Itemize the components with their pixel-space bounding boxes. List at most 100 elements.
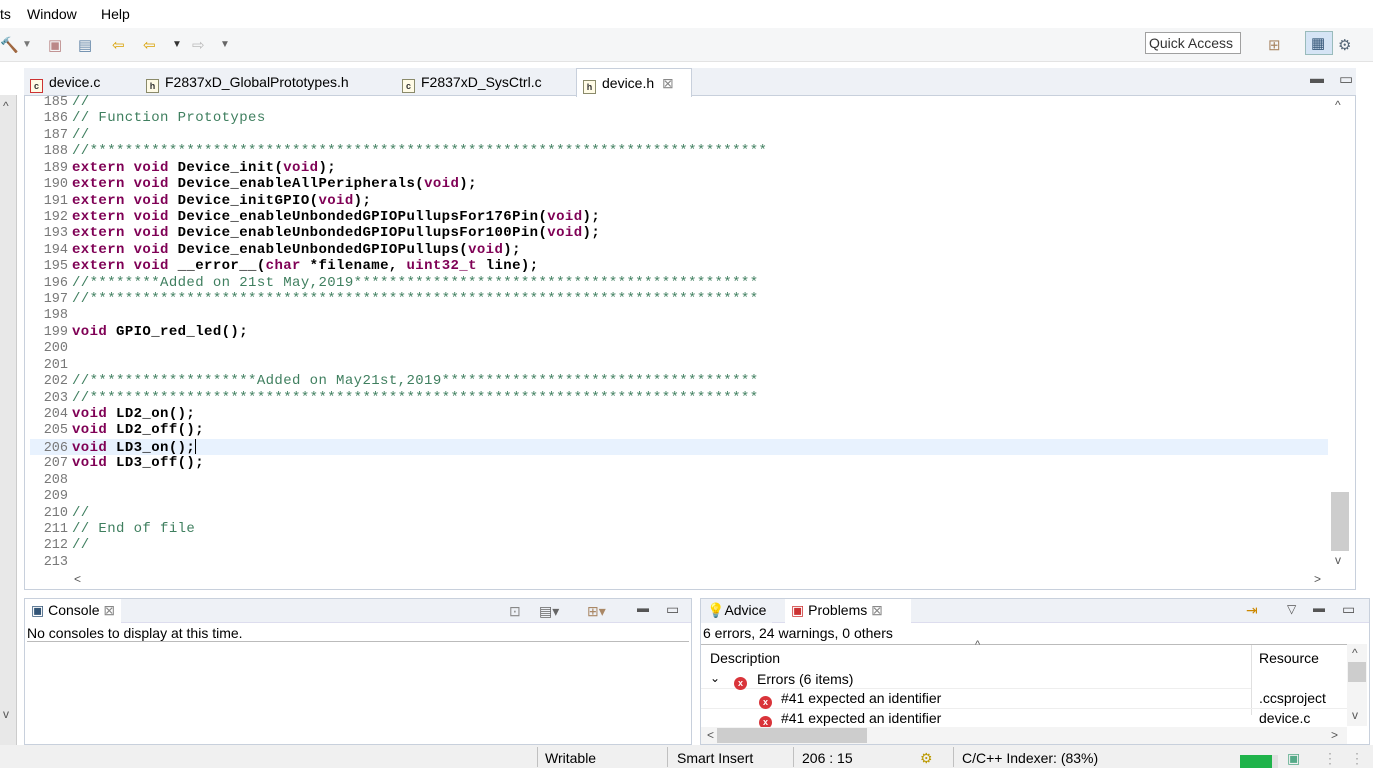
tab-problems[interactable]: ▣ Problems ⊠ bbox=[785, 599, 911, 623]
drag-handle-icon[interactable]: ⋮ bbox=[1323, 750, 1337, 767]
code-line[interactable]: 208 bbox=[30, 472, 1328, 488]
scroll-left-icon[interactable]: < bbox=[707, 728, 714, 742]
code-line[interactable]: 192 extern void Device_enableUnbondedGPIO… bbox=[30, 209, 1328, 225]
code-line[interactable]: 200 bbox=[30, 340, 1328, 356]
forward-icon[interactable]: ⇨ bbox=[192, 36, 205, 54]
maximize-icon[interactable]: ▭ bbox=[1339, 70, 1353, 88]
column-resource[interactable]: Resource bbox=[1259, 650, 1319, 666]
minimize-icon[interactable]: ▬ bbox=[1310, 70, 1324, 86]
code-line[interactable]: 213 bbox=[30, 554, 1328, 570]
tab-globalprototypes-h[interactable]: h F2837xD_GlobalPrototypes.h bbox=[146, 68, 349, 96]
menu-item-tools[interactable]: ts bbox=[0, 6, 11, 22]
open-console-icon[interactable]: ⊞▾ bbox=[587, 603, 606, 620]
minimize-icon[interactable]: ▬ bbox=[1313, 601, 1325, 615]
code-line[interactable]: 205 void LD2_off(); bbox=[30, 422, 1328, 438]
code-line[interactable]: 197//***********************************… bbox=[30, 291, 1328, 307]
tab-sysctrl-c[interactable]: c F2837xD_SysCtrl.c bbox=[402, 68, 542, 96]
keyword-token: extern void bbox=[72, 176, 178, 193]
tab-advice[interactable]: 💡Advice bbox=[701, 599, 773, 623]
chevron-down-icon[interactable]: ▼ bbox=[22, 39, 32, 50]
scroll-down-icon[interactable]: v bbox=[3, 707, 9, 721]
code-line[interactable]: 189 extern void Device_init(void); bbox=[30, 160, 1328, 176]
code-line[interactable]: 207 void LD3_off(); bbox=[30, 455, 1328, 471]
keyword-token: extern void bbox=[72, 159, 178, 176]
scrollbar-thumb[interactable] bbox=[1348, 662, 1366, 682]
display-console-icon[interactable]: ▤▾ bbox=[539, 603, 559, 620]
pin-console-icon[interactable]: ⊡ bbox=[509, 603, 521, 620]
code-text: void LD3_on(); bbox=[68, 438, 197, 456]
tab-console[interactable]: ▣ Console ⊠ bbox=[25, 599, 122, 623]
problems-vertical-scrollbar[interactable]: ^ v bbox=[1347, 644, 1367, 726]
close-icon[interactable]: ⊠ bbox=[662, 75, 674, 91]
scroll-down-icon[interactable]: v bbox=[1335, 553, 1341, 567]
scroll-up-icon[interactable]: ^ bbox=[1335, 98, 1341, 112]
chevron-down-icon[interactable]: ⌄ bbox=[710, 671, 720, 685]
table-row[interactable]: x #41 expected an identifier device.c bbox=[701, 709, 1347, 727]
tab-device-c[interactable]: c device.c bbox=[30, 68, 100, 96]
maximize-icon[interactable]: ▭ bbox=[666, 601, 679, 618]
scrollbar-thumb[interactable] bbox=[1331, 492, 1349, 551]
code-line[interactable]: 204 void LD2_on(); bbox=[30, 406, 1328, 422]
scroll-down-icon[interactable]: v bbox=[1352, 708, 1358, 722]
last-edit-icon[interactable]: ⇦ bbox=[112, 36, 125, 54]
code-editor[interactable]: 185//186// Function Prototypes 187//188//… bbox=[30, 94, 1328, 570]
code-line[interactable]: 186// Function Prototypes bbox=[30, 110, 1328, 126]
back-icon[interactable]: ⇦ bbox=[143, 36, 156, 54]
scroll-up-icon[interactable]: ^ bbox=[1352, 646, 1358, 660]
code-line[interactable]: 211// End of file bbox=[30, 521, 1328, 537]
chevron-down-icon[interactable]: ▼ bbox=[220, 39, 230, 50]
code-line[interactable]: 210// bbox=[30, 505, 1328, 521]
ccs-edit-perspective-icon[interactable]: ▦ bbox=[1305, 31, 1333, 55]
view-menu-icon[interactable]: ▽ bbox=[1287, 602, 1296, 616]
code-line[interactable]: 212// bbox=[30, 537, 1328, 553]
scroll-right-icon[interactable]: > bbox=[1331, 728, 1338, 742]
code-line[interactable]: 202//*******************Added on May21st… bbox=[30, 373, 1328, 389]
scroll-right-icon[interactable]: > bbox=[1314, 572, 1321, 586]
menu-item-help[interactable]: Help bbox=[101, 6, 130, 22]
code-line[interactable]: 206 void LD3_on(); bbox=[30, 438, 1328, 456]
progress-view-icon[interactable]: ▣ bbox=[1287, 750, 1300, 767]
code-line[interactable]: 187// bbox=[30, 127, 1328, 143]
code-line[interactable]: 185 // bbox=[30, 94, 1328, 110]
left-scrollbar[interactable]: ^ v bbox=[0, 95, 17, 745]
quick-access-input[interactable]: Quick Access bbox=[1145, 32, 1241, 54]
show-whitespace-icon[interactable]: ▤ bbox=[78, 36, 92, 54]
build-icon[interactable]: 🔨 bbox=[0, 36, 19, 54]
errors-group-row[interactable]: ⌄ x Errors (6 items) bbox=[701, 670, 1251, 690]
code-line[interactable]: 203//***********************************… bbox=[30, 390, 1328, 406]
minimize-icon[interactable]: ▬ bbox=[637, 601, 649, 615]
scrollbar-thumb[interactable] bbox=[717, 728, 867, 743]
editor-horizontal-scrollbar[interactable]: < > bbox=[70, 572, 1328, 588]
problems-horizontal-scrollbar[interactable]: < > bbox=[701, 727, 1347, 744]
line-number: 208 bbox=[43, 472, 68, 488]
drag-handle-icon[interactable]: ⋮ bbox=[1350, 750, 1364, 767]
code-line[interactable]: 193 extern void Device_enableUnbondedGPIO… bbox=[30, 225, 1328, 241]
code-line[interactable]: 194 extern void Device_enableUnbondedGPIO… bbox=[30, 242, 1328, 258]
close-icon[interactable]: ⊠ bbox=[871, 602, 883, 618]
code-line[interactable]: 198 bbox=[30, 307, 1328, 323]
code-line[interactable]: 195 extern void __error__(char *filename,… bbox=[30, 258, 1328, 274]
close-icon[interactable]: ⊠ bbox=[103, 602, 115, 618]
line-number: 195 bbox=[43, 259, 68, 275]
code-line[interactable]: 188//***********************************… bbox=[30, 143, 1328, 159]
code-line[interactable]: 199 void GPIO_red_led(); bbox=[30, 324, 1328, 340]
column-description[interactable]: Description bbox=[710, 650, 780, 666]
tab-device-h[interactable]: h device.h ⊠ bbox=[576, 68, 692, 97]
table-row[interactable]: x #41 expected an identifier .ccsproject bbox=[701, 689, 1347, 709]
tab-label: Console bbox=[48, 602, 100, 618]
code-line[interactable]: 209 bbox=[30, 488, 1328, 504]
code-line[interactable]: 196//********Added on 21st May,2019*****… bbox=[30, 275, 1328, 291]
toggle-mark-icon[interactable]: ▣ bbox=[48, 36, 62, 54]
debug-perspective-icon[interactable]: ⚙ bbox=[1338, 36, 1351, 54]
menu-item-window[interactable]: Window bbox=[27, 6, 77, 22]
code-line[interactable]: 191 extern void Device_initGPIO(void); bbox=[30, 193, 1328, 209]
indexer-icon[interactable]: ⚙ bbox=[920, 750, 933, 767]
maximize-icon[interactable]: ▭ bbox=[1342, 601, 1355, 618]
code-line[interactable]: 190 extern void Device_enableAllPeriphera… bbox=[30, 176, 1328, 192]
chevron-down-icon[interactable]: ▼ bbox=[172, 39, 182, 50]
code-line[interactable]: 201 bbox=[30, 357, 1328, 373]
scroll-left-icon[interactable]: < bbox=[74, 572, 81, 586]
focus-on-active-task-icon[interactable]: ⇥ bbox=[1246, 602, 1258, 619]
scroll-up-icon[interactable]: ^ bbox=[3, 99, 9, 113]
open-perspective-icon[interactable]: ⊞ bbox=[1268, 36, 1281, 54]
